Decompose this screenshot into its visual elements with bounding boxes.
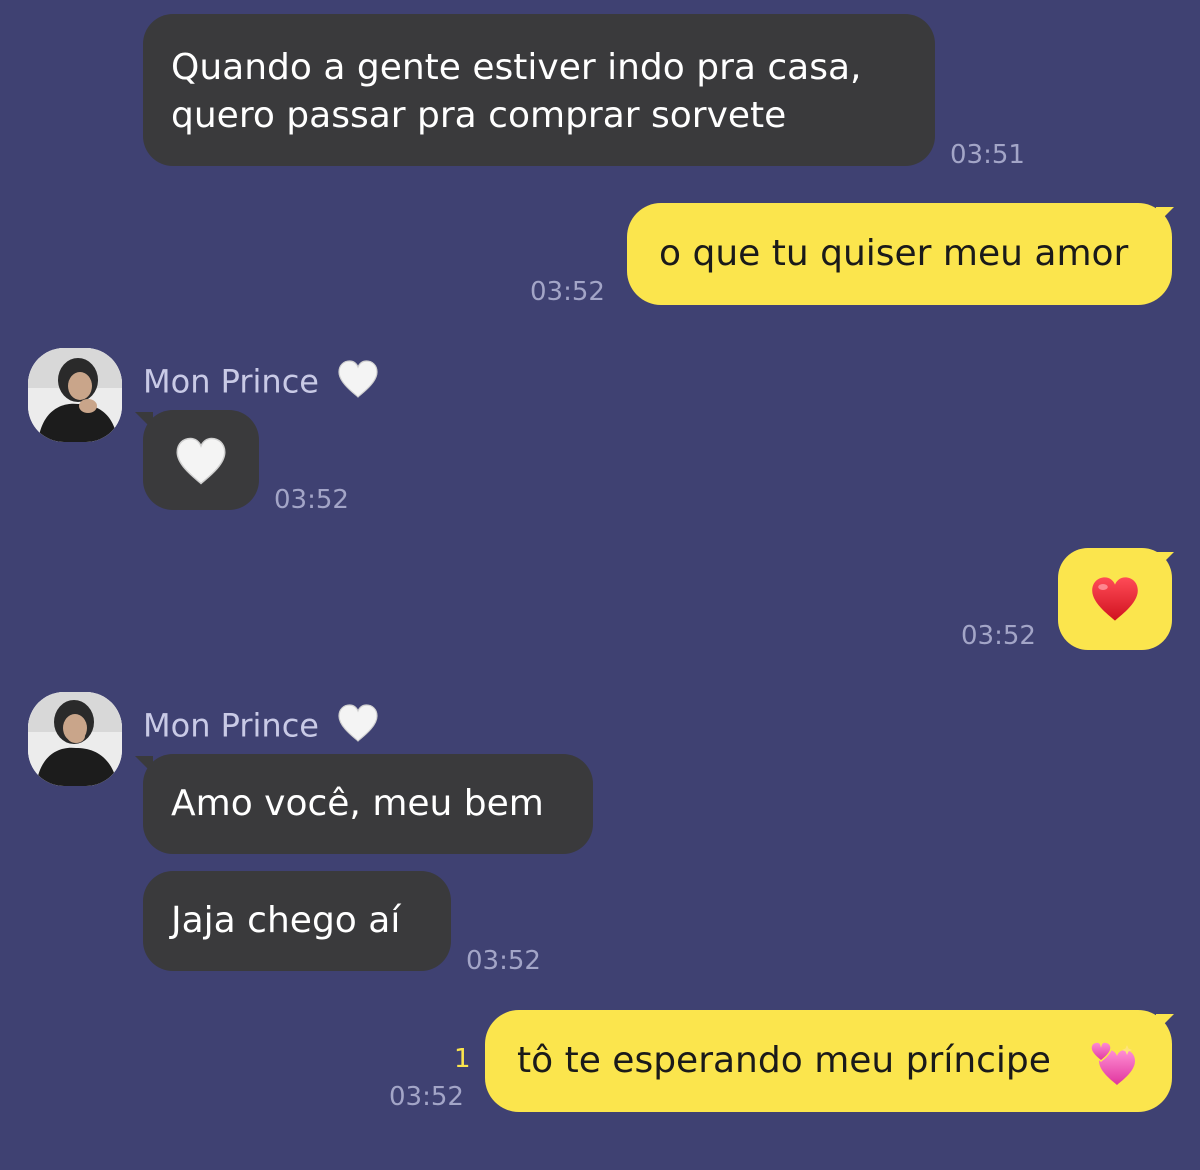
white-heart-icon xyxy=(337,703,379,752)
message-bubble-outgoing[interactable]: o que tu quiser meu amor xyxy=(627,203,1172,305)
bubble-tail xyxy=(135,412,153,430)
message-bubble-incoming[interactable]: Amo você, meu bem xyxy=(143,754,593,854)
message-bubble-incoming[interactable] xyxy=(143,410,259,510)
bubble-tail xyxy=(1156,552,1174,570)
bubble-tail xyxy=(1156,207,1174,225)
message-bubble-incoming[interactable]: Quando a gente estiver indo pra casa, qu… xyxy=(143,14,935,166)
white-heart-icon xyxy=(176,437,226,485)
message-text: o que tu quiser meu amor xyxy=(659,233,1129,274)
unread-count: 1 xyxy=(454,1044,471,1074)
message-bubble-incoming[interactable]: Jaja chego aí xyxy=(143,871,451,971)
message-text-line: quero passar pra comprar sorvete xyxy=(171,95,787,136)
message-text: Jaja chego aí xyxy=(171,900,401,941)
white-heart-icon xyxy=(337,359,379,408)
message-text: tô te esperando meu príncipe xyxy=(517,1040,1051,1081)
message-timestamp: 03:52 xyxy=(530,277,605,307)
message-timestamp: 03:52 xyxy=(466,946,541,976)
message-text: Amo você, meu bem xyxy=(171,783,544,824)
avatar[interactable] xyxy=(28,348,122,442)
sender-name-text: Mon Prince xyxy=(143,362,319,401)
revolving-hearts-icon xyxy=(1090,1041,1135,1085)
message-timestamp: 03:51 xyxy=(950,140,1025,170)
message-text-line: Quando a gente estiver indo pra casa, xyxy=(171,47,862,88)
sender-name-text: Mon Prince xyxy=(143,706,319,745)
sender-name: Mon Prince xyxy=(143,703,379,752)
bubble-tail xyxy=(1156,1014,1174,1032)
message-bubble-outgoing[interactable] xyxy=(1058,548,1172,650)
message-timestamp: 03:52 xyxy=(389,1082,464,1112)
red-heart-icon xyxy=(1092,577,1138,621)
bubble-tail xyxy=(135,756,153,774)
message-bubble-outgoing[interactable]: tô te esperando meu príncipe xyxy=(485,1010,1172,1112)
message-timestamp: 03:52 xyxy=(274,485,349,515)
avatar[interactable] xyxy=(28,692,122,786)
sender-name: Mon Prince xyxy=(143,359,379,408)
message-timestamp: 03:52 xyxy=(961,621,1036,651)
